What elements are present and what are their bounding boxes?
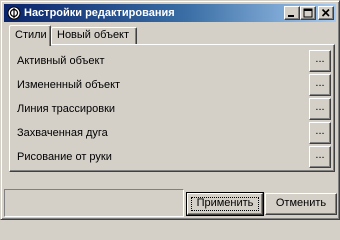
edit-style-button[interactable]: ... xyxy=(309,50,331,72)
settings-dialog: Настройки редактирования Стили Новый объ… xyxy=(0,0,340,220)
style-row-freehand: Рисование от руки ... xyxy=(10,146,334,168)
edit-style-button[interactable]: ... xyxy=(309,146,331,168)
style-row-captured-arc: Захваченная дуга ... xyxy=(10,122,334,144)
minimize-icon xyxy=(288,15,294,17)
style-row-modified-object: Измененный объект ... xyxy=(10,74,334,96)
app-icon xyxy=(7,6,21,20)
style-row-label: Линия трассировки xyxy=(17,103,116,115)
apply-button[interactable]: Применить xyxy=(186,192,264,216)
close-button[interactable] xyxy=(318,6,334,20)
edit-style-button[interactable]: ... xyxy=(309,122,331,144)
style-row-active-object: Активный объект ... xyxy=(10,50,334,72)
title-bar[interactable]: Настройки редактирования xyxy=(4,4,336,22)
status-area xyxy=(4,189,184,217)
styles-panel: Активный объект ... Измененный объект ..… xyxy=(9,44,335,172)
style-row-label: Измененный объект xyxy=(17,79,121,91)
edit-style-button[interactable]: ... xyxy=(309,98,331,120)
tab-new-object[interactable]: Новый объект xyxy=(51,27,137,45)
style-row-label: Активный объект xyxy=(17,55,105,67)
window-title: Настройки редактирования xyxy=(24,7,175,19)
tab-styles[interactable]: Стили xyxy=(9,25,51,46)
maximize-button[interactable] xyxy=(300,6,316,20)
apply-button-label: Применить xyxy=(196,197,254,209)
style-row-label: Захваченная дуга xyxy=(17,127,108,139)
close-icon xyxy=(321,8,330,17)
cancel-button[interactable]: Отменить xyxy=(265,193,337,215)
maximize-icon xyxy=(303,8,313,18)
minimize-button[interactable] xyxy=(284,6,300,20)
style-row-label: Рисование от руки xyxy=(17,151,112,163)
edit-style-button[interactable]: ... xyxy=(309,74,331,96)
style-row-trace-line: Линия трассировки ... xyxy=(10,98,334,120)
